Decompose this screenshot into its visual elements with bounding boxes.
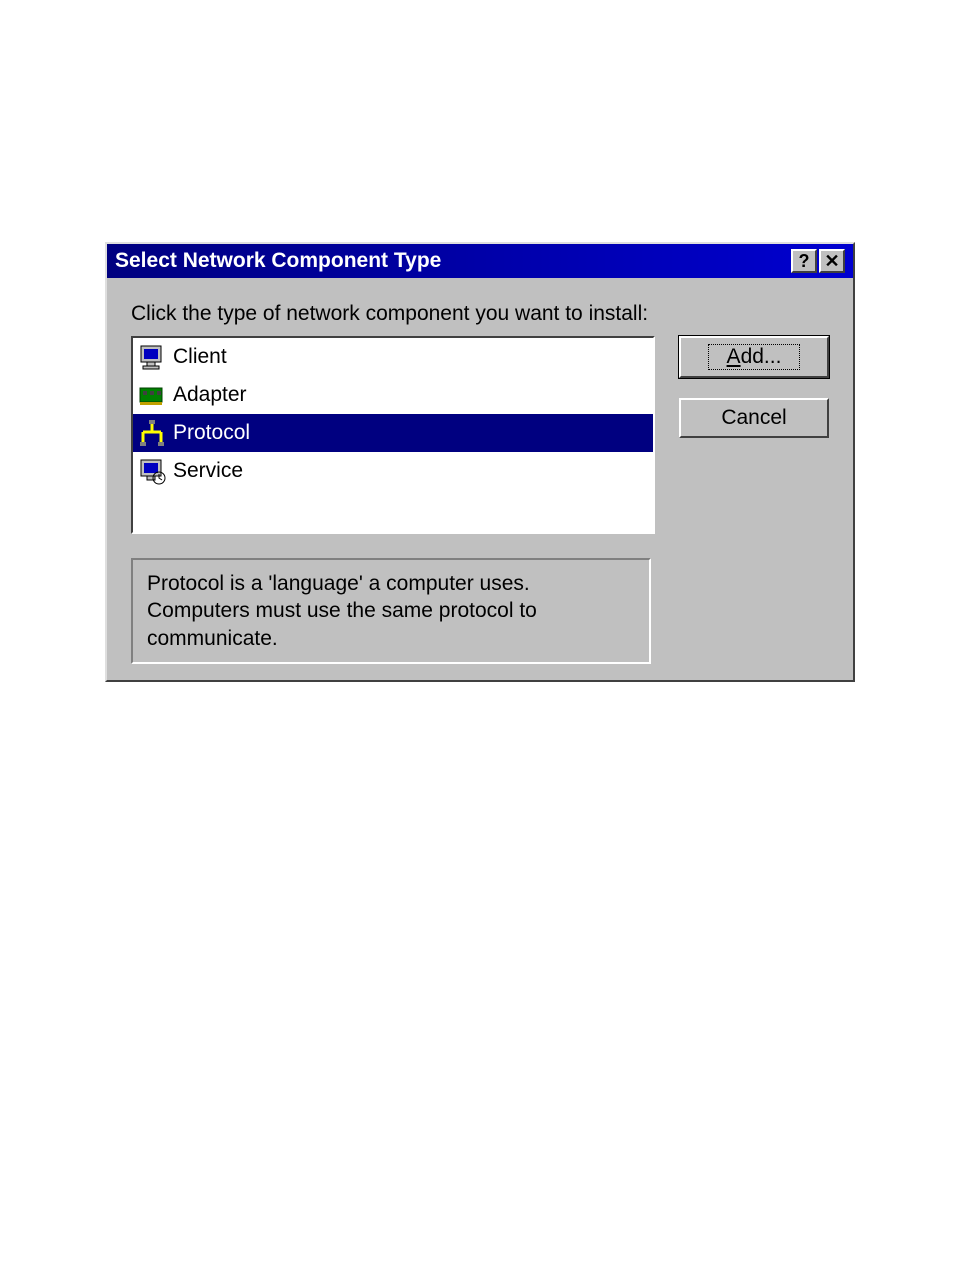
titlebar-buttons: ? ✕ [789,249,845,273]
list-item-label: Protocol [173,421,250,445]
list-item-service[interactable]: Service [133,452,653,490]
adapter-icon [135,378,169,412]
list-item-adapter[interactable]: Adapter [133,376,653,414]
list-item-label: Service [173,459,243,483]
list-item-label: Client [173,345,227,369]
close-icon: ✕ [824,252,839,270]
cancel-button[interactable]: Cancel [679,398,829,438]
description-text: Protocol is a 'language' a computer uses… [147,572,537,650]
help-icon: ? [799,252,810,270]
client-icon [135,340,169,374]
list-item-client[interactable]: Client [133,338,653,376]
close-button[interactable]: ✕ [819,249,845,273]
cancel-label: Cancel [721,406,786,429]
list-item-protocol[interactable]: Protocol [133,414,653,452]
main-area: Client Adapter [131,336,829,534]
list-item-label: Adapter [173,383,247,407]
component-type-listbox[interactable]: Client Adapter [131,336,655,534]
add-underline: A [727,345,741,368]
protocol-icon [135,416,169,450]
description-box: Protocol is a 'language' a computer uses… [131,558,651,664]
button-column: Add... Cancel [679,336,829,438]
service-icon [135,454,169,488]
dialog-title: Select Network Component Type [115,249,441,273]
dialog-body: Click the type of network component you … [107,278,853,680]
titlebar[interactable]: Select Network Component Type ? ✕ [107,244,853,278]
instruction-text: Click the type of network component you … [131,302,829,326]
help-button[interactable]: ? [791,249,817,273]
dialog-select-network-component-type: Select Network Component Type ? ✕ Click … [105,242,855,682]
add-label-rest: dd... [741,345,782,368]
add-button[interactable]: Add... [679,336,829,378]
